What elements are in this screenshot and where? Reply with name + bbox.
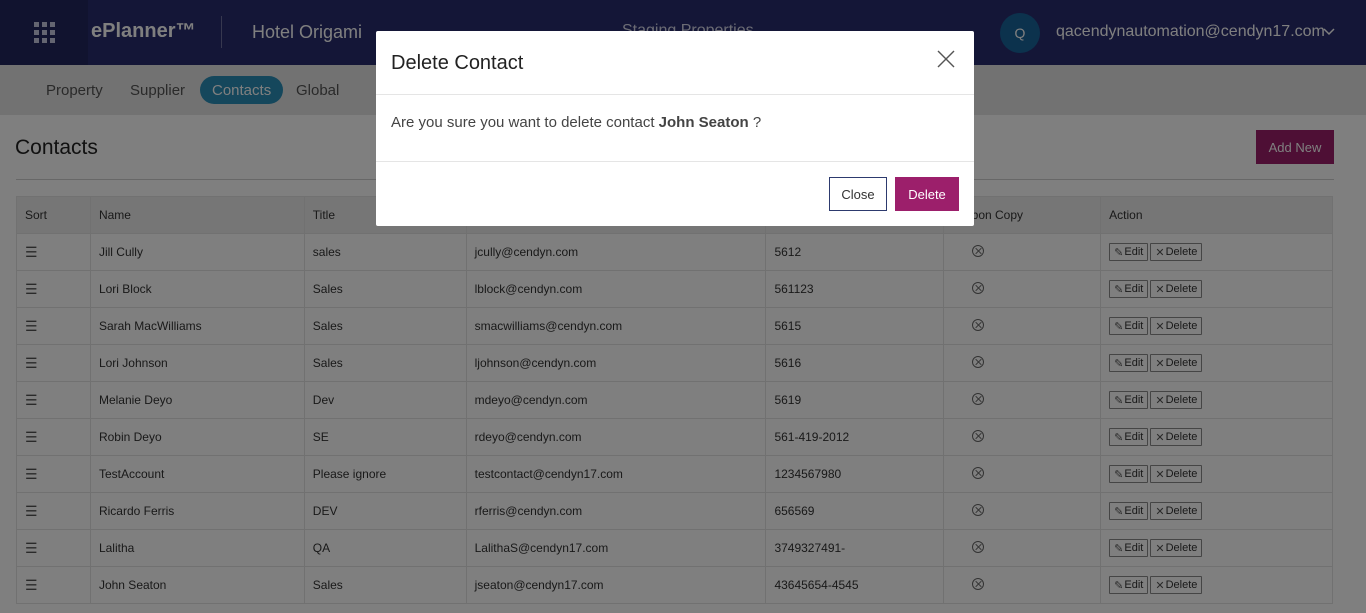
dialog-message-prefix: Are you sure you want to delete contact xyxy=(391,114,655,131)
close-icon[interactable] xyxy=(936,49,956,69)
dialog-message: Are you sure you want to delete contact … xyxy=(391,114,761,131)
delete-button[interactable]: Delete xyxy=(895,177,959,211)
close-button[interactable]: Close xyxy=(829,177,887,211)
dialog-contact-name: John Seaton xyxy=(658,114,749,131)
delete-contact-dialog: Delete Contact Are you sure you want to … xyxy=(376,31,974,226)
dialog-message-suffix: ? xyxy=(752,114,762,131)
dialog-header-divider xyxy=(376,94,974,95)
dialog-footer-divider xyxy=(376,161,974,162)
dialog-title: Delete Contact xyxy=(391,52,524,74)
